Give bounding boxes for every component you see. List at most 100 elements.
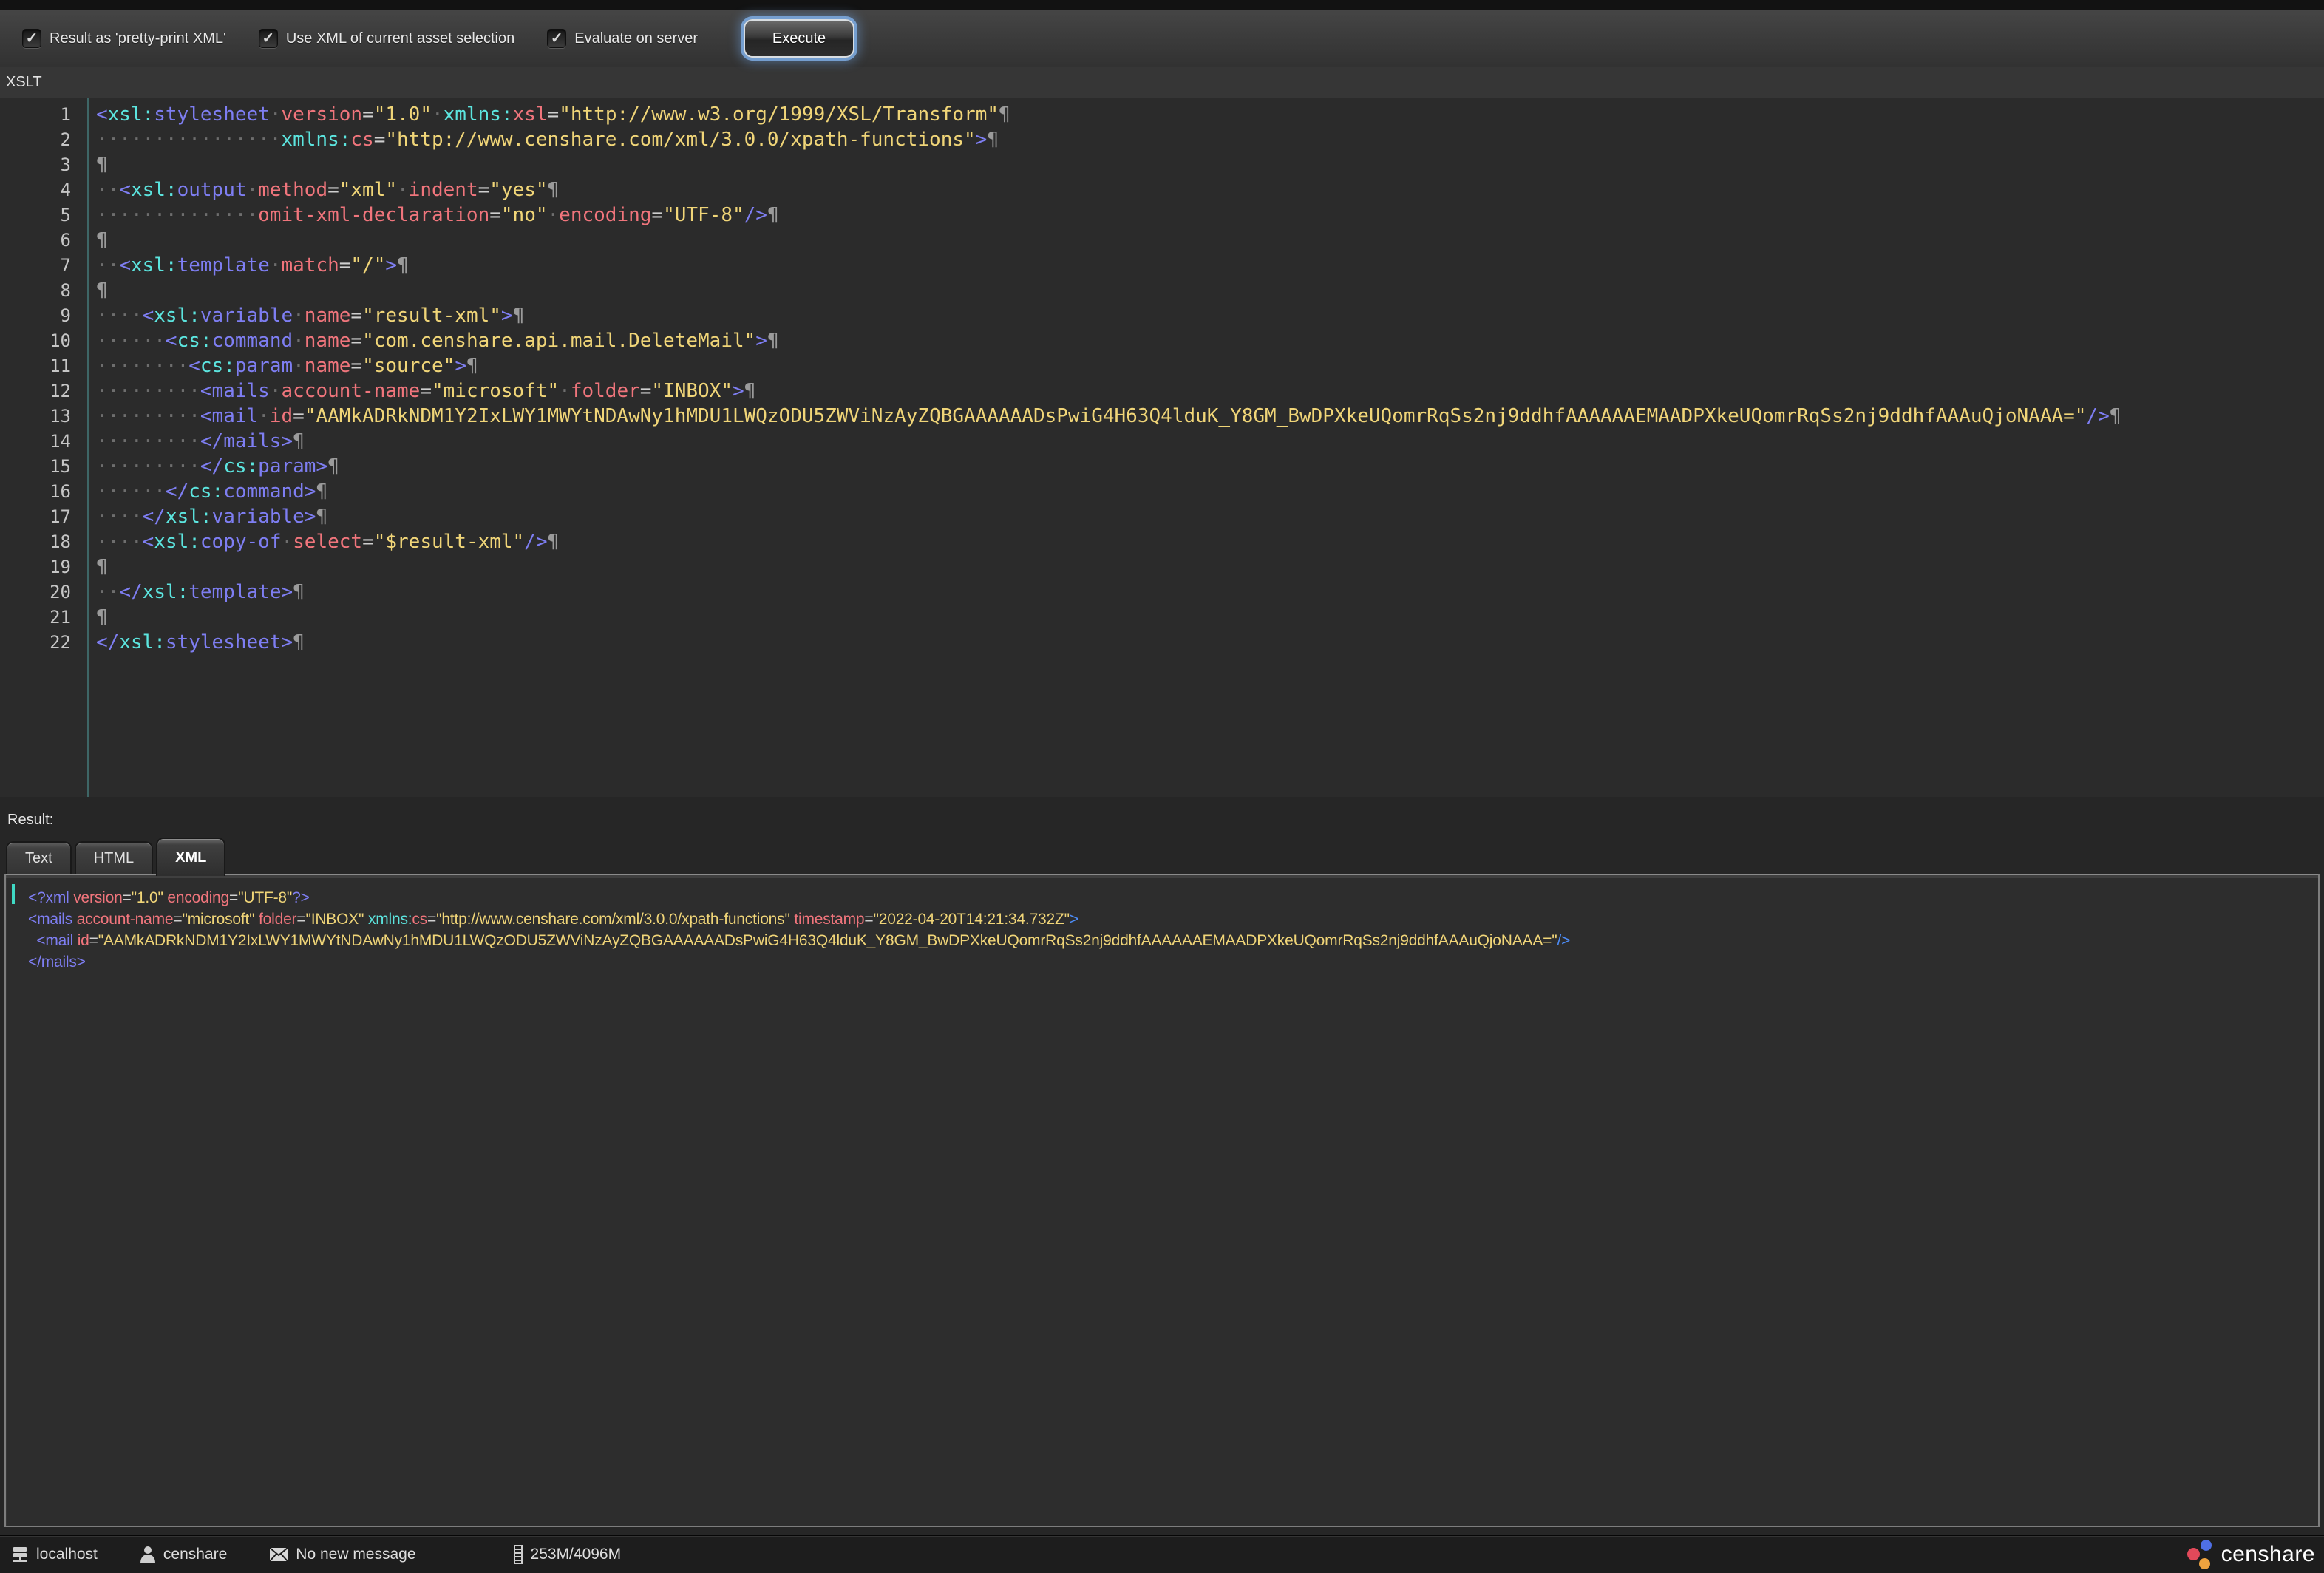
syntax-token: · [270,103,282,126]
syntax-token: mails [212,380,270,402]
syntax-token: folder [571,380,640,402]
line-number: 1 [0,102,86,127]
syntax-token: > [281,631,293,653]
code-text: ¶ [96,152,108,177]
code-text: ··<xsl:template·match="/">¶ [96,253,409,278]
syntax-token [28,932,36,949]
syntax-token: > [305,506,316,528]
checkbox-label: Result as 'pretty-print XML' [50,30,226,47]
syntax-token: </ [119,581,142,603]
code-line: 14·········</mails>¶ [0,429,2324,454]
syntax-token: "UTF-8" [238,889,292,906]
syntax-token: ¶ [397,254,409,276]
syntax-token: ·············· [96,204,258,226]
line-number: 5 [0,203,86,228]
syntax-token: · [281,531,293,553]
status-item-label: No new message [296,1546,415,1563]
censhare-logo-icon [2187,1538,2217,1571]
syntax-token: "yes" [489,179,547,201]
syntax-token: ········· [96,430,200,452]
mail-icon [268,1546,289,1563]
syntax-token: = [296,911,305,928]
execute-button[interactable]: Execute [744,19,854,58]
status-items: localhostcenshareNo new message253M/4096… [0,1545,621,1564]
tab-text[interactable]: Text [6,841,72,874]
syntax-token: ¶ [96,279,108,302]
syntax-token: = [651,204,663,226]
code-text: ········<cs:param·name="source">¶ [96,353,478,378]
syntax-token: id [270,405,293,427]
code-text: ·········<mails·account-name="microsoft"… [96,378,755,404]
syntax-token: timestamp [794,911,864,928]
syntax-token: < [96,103,108,126]
user-icon [139,1545,157,1564]
syntax-token: · [270,380,282,402]
syntax-token: < [119,179,131,201]
checkbox-option-2[interactable]: ✓ Use XML of current asset selection [259,29,514,48]
code-text: <xsl:stylesheet·version="1.0"·xmlns:xsl=… [96,102,1010,127]
checkbox-option-3[interactable]: ✓Evaluate on server [547,29,698,48]
syntax-token: "http://www.censhare.com/xml/3.0.0/xpath… [436,911,790,928]
checkbox[interactable]: ✓ [259,29,278,48]
code-text: ····</xsl:variable>¶ [96,504,327,529]
code-line: 21¶ [0,605,2324,630]
status-item-label: localhost [36,1546,98,1563]
code-text: ······<cs:command·name="com.censhare.api… [96,328,779,353]
toolbar-checkbox-group: ✓ Result as 'pretty-print XML' ✓ Use XML of… [22,29,730,48]
line-number: 21 [0,605,86,630]
syntax-token: ········· [96,380,200,402]
syntax-token: ¶ [327,455,339,478]
checkbox-label: Use XML of current asset selection [286,30,514,47]
syntax-token: ·· [96,179,119,201]
syntax-token: = [489,204,501,226]
xslt-editor[interactable]: 1 <xsl:stylesheet·version="1.0"·xmlns:xsl… [0,98,2324,797]
syntax-token: · [432,103,444,126]
syntax-token: name [305,355,351,377]
syntax-token: ¶ [466,355,478,377]
line-number: 12 [0,378,86,404]
syntax-token: match [281,254,339,276]
syntax-token: < [166,330,177,352]
code-text: ················xmlns:cs="http://www.cen… [96,127,999,152]
result-line: </mails> [28,951,2318,973]
syntax-token: ¶ [293,631,305,653]
syntax-token: < [200,380,212,402]
tab-xml[interactable]: XML [156,838,225,876]
syntax-token: </ [96,631,119,653]
syntax-token: > [733,380,744,402]
syntax-token: account-name [77,911,174,928]
syntax-token: · [293,305,305,327]
line-number: 6 [0,228,86,253]
syntax-token: ·· [96,581,119,603]
syntax-token: /> [1557,932,1570,949]
status-item-censhare: censhare [139,1545,227,1564]
code-line: 16······</cs:command>¶ [0,479,2324,504]
syntax-token: ¶ [96,556,108,578]
syntax-token: <?xml [28,889,69,906]
syntax-token: "microsoft" [182,911,254,928]
syntax-token: · [397,179,409,201]
code-line: 13·········<mail·id="AAMkADRkNDM1Y2IxLWY… [0,404,2324,429]
tab-html[interactable]: HTML [75,841,153,874]
toolbar: ✓ Result as 'pretty-print XML' ✓ Use XML of… [0,10,2324,67]
result-section: Result: TextHTMLXML <?xml version="1.0" … [0,797,2324,1535]
syntax-token: = [362,531,374,553]
code-line: 7··<xsl:template·match="/">¶ [0,253,2324,278]
syntax-token: ···· [96,305,143,327]
checkbox-option-1[interactable]: ✓ Result as 'pretty-print XML' [22,29,226,48]
line-number: 2 [0,127,86,152]
syntax-token: ¶ [293,581,305,603]
code-line: 3¶ [0,152,2324,177]
checkbox[interactable]: ✓ [547,29,566,48]
logo-dot-orange [2199,1558,2210,1569]
syntax-token: ¶ [513,305,525,327]
code-line: 9····<xsl:variable·name="result-xml">¶ [0,303,2324,328]
syntax-token: = [548,103,560,126]
checkbox[interactable]: ✓ [22,29,41,48]
syntax-token: ¶ [293,430,305,452]
syntax-token: = [293,405,305,427]
result-line: <?xml version="1.0" encoding="UTF-8"?> [28,887,2318,908]
censhare-logo: censhare [2187,1538,2315,1571]
syntax-token: > [316,455,327,478]
syntax-token: "INBOX" [305,911,364,928]
